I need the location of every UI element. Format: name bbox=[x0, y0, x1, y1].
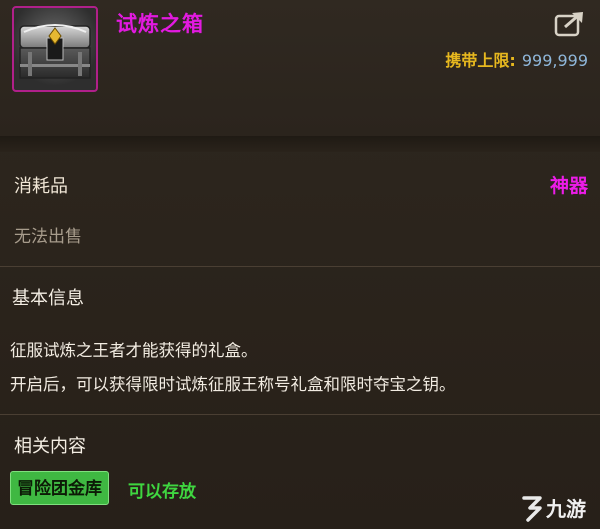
description-line: 征服试炼之王者才能获得的礼盒。 bbox=[10, 341, 258, 360]
trade-status: 无法出售 bbox=[14, 227, 82, 247]
storable-note: 可以存放 bbox=[128, 482, 196, 502]
item-rarity: 神器 bbox=[549, 175, 588, 197]
divider bbox=[0, 266, 600, 267]
related-title: 相关内容 bbox=[14, 436, 86, 457]
carry-limit: 携带上限: 999,999 bbox=[445, 47, 588, 71]
watermark-logo: 九游 bbox=[520, 490, 596, 524]
basic-info-title: 基本信息 bbox=[12, 288, 84, 309]
carry-limit-value: 999,999 bbox=[521, 51, 588, 70]
carry-limit-label: 携带上限: bbox=[445, 51, 516, 70]
adventure-vault-button[interactable]: 冒险团金库 bbox=[10, 471, 109, 505]
share-icon[interactable] bbox=[554, 10, 586, 38]
item-name: 试炼之箱 bbox=[116, 12, 204, 36]
header-separator bbox=[0, 136, 600, 152]
divider bbox=[0, 414, 600, 415]
treasure-chest-icon bbox=[12, 6, 98, 92]
item-category: 消耗品 bbox=[14, 176, 68, 197]
description-line: 开启后，可以获得限时试炼征服王称号礼盒和限时夺宝之钥。 bbox=[10, 375, 456, 394]
svg-text:九游: 九游 bbox=[545, 497, 586, 521]
item-tooltip-panel: 试炼之箱 携带上限: 999,999 消耗品 神器 无法出售 基本信息 征服试炼之… bbox=[0, 0, 600, 529]
